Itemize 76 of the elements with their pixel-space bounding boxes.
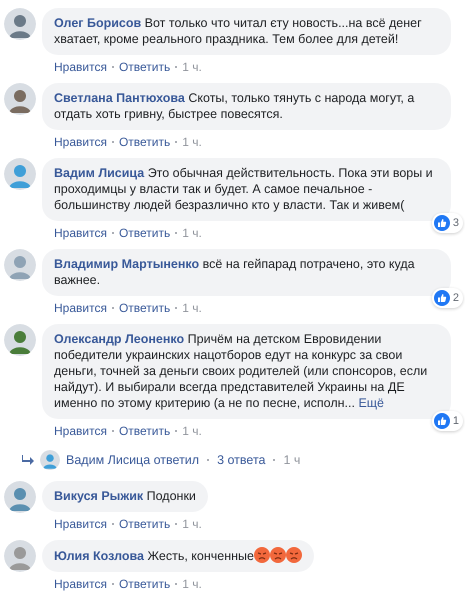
comment-time: 1 ч.: [182, 577, 202, 591]
avatar: [40, 450, 60, 470]
author-link[interactable]: Олександр Леоненко: [54, 332, 184, 346]
comment-text: Юлия Козлова Жесть, конченные: [54, 549, 254, 563]
like-link[interactable]: Нравится: [54, 577, 107, 591]
comment-time: 1 ч.: [182, 301, 202, 315]
avatar: [4, 481, 36, 513]
like-link[interactable]: Нравится: [54, 226, 107, 240]
replies-link[interactable]: Вадим Лисица ответил: [66, 453, 200, 467]
more-link[interactable]: Ещё: [358, 396, 384, 410]
reply-count-link[interactable]: 3 ответа: [217, 453, 266, 467]
reply-link[interactable]: Ответить: [118, 135, 170, 149]
comment-time: 1 ч.: [182, 424, 202, 438]
comment-time: 1 ч.: [182, 226, 202, 240]
reply-link[interactable]: Ответить: [118, 517, 170, 531]
thumbs-up-icon: [434, 413, 450, 429]
like-count: 2: [452, 291, 459, 306]
comment-text: Светлана Пантюхова Скоты, только тянуть с народа могут, а отдать хоть гривну, быстрее повесятся.: [54, 91, 414, 121]
like-badge[interactable]: 1: [432, 411, 463, 431]
comment-time: 1 ч.: [182, 60, 202, 74]
avatar: [4, 249, 36, 281]
separator-dot: [112, 583, 114, 585]
angry-emoji-icon: [286, 547, 302, 563]
like-count: 1: [452, 414, 459, 429]
like-link[interactable]: Нравится: [54, 424, 107, 438]
like-link[interactable]: Нравится: [54, 135, 107, 149]
author-link[interactable]: Юлия Козлова: [54, 549, 144, 563]
author-link[interactable]: Олег Борисов: [54, 16, 142, 30]
separator-dot: [175, 141, 178, 143]
comment-text: Викуся Рыжик Подонки: [54, 489, 196, 503]
like-count: 3: [452, 216, 459, 231]
comment-time: 1 ч.: [182, 517, 202, 531]
separator-dot: [175, 523, 178, 525]
avatar: [4, 158, 36, 190]
avatar: [4, 540, 36, 572]
angry-emoji-icon: [270, 547, 286, 563]
avatar: [4, 83, 36, 115]
like-link[interactable]: Нравится: [54, 517, 107, 531]
comment-time: 1 ч.: [182, 135, 202, 149]
like-link[interactable]: Нравится: [54, 60, 107, 74]
separator-dot: [175, 430, 178, 432]
separator-dot: [112, 66, 114, 68]
separator-dot: [175, 66, 178, 68]
separator-dot: [175, 232, 178, 234]
reply-arrow-icon: [22, 455, 34, 465]
like-link[interactable]: Нравится: [54, 301, 107, 315]
reply-link[interactable]: Ответить: [118, 301, 170, 315]
comment-text: Олег Борисов Вот только что читал єту новость...на всё денег хватает, кроме реального праздника. Тем более для детей!: [54, 16, 422, 46]
comment-text: Олександр Леоненко Причём на детском Евровидении победители украинских нацотборов едут на конкурс за свои деньги, точней за деньги своих родителей (или спонсоров, если найдут). И выбирали всегда представителей Украины на ДЕ именно по этому критерию (а не по песне, исполн... Ещё: [54, 332, 428, 410]
reply-link[interactable]: Ответить: [118, 424, 170, 438]
reply-link[interactable]: Ответить: [118, 577, 170, 591]
separator-dot: [112, 141, 114, 143]
thumbs-up-icon: [434, 290, 450, 306]
separator-dot: [112, 523, 114, 525]
separator-dot: [273, 459, 276, 461]
separator-dot: [175, 307, 178, 309]
author-link[interactable]: Викуся Рыжик: [54, 489, 144, 503]
comment-text: Владимир Мартыненко всё на гейпарад потрачено, это куда важнее.: [54, 257, 415, 287]
separator-dot: [112, 307, 114, 309]
avatar: [4, 324, 36, 356]
separator-dot: [207, 459, 210, 461]
angry-emoji-icon: [254, 547, 270, 563]
like-badge[interactable]: 2: [432, 288, 463, 308]
separator-dot: [112, 430, 114, 432]
like-badge[interactable]: 3: [432, 213, 463, 233]
author-link[interactable]: Светлана Пантюхова: [54, 91, 185, 105]
thumbs-up-icon: [434, 215, 450, 231]
reply-link[interactable]: Ответить: [118, 60, 170, 74]
author-link[interactable]: Владимир Мартыненко: [54, 257, 200, 271]
separator-dot: [175, 583, 178, 585]
separator-dot: [112, 232, 114, 234]
avatar: [4, 8, 36, 40]
author-link[interactable]: Вадим Лисица: [54, 166, 144, 180]
comment-text: Вадим Лисица Это обычная действительность. Пока эти воры и проходимцы у власти так и будет. А самое печальное - большинству людей безразлично кто у власти. Так и живем(: [54, 166, 433, 212]
reply-time: 1 ч: [283, 453, 300, 467]
reply-link[interactable]: Ответить: [118, 226, 170, 240]
